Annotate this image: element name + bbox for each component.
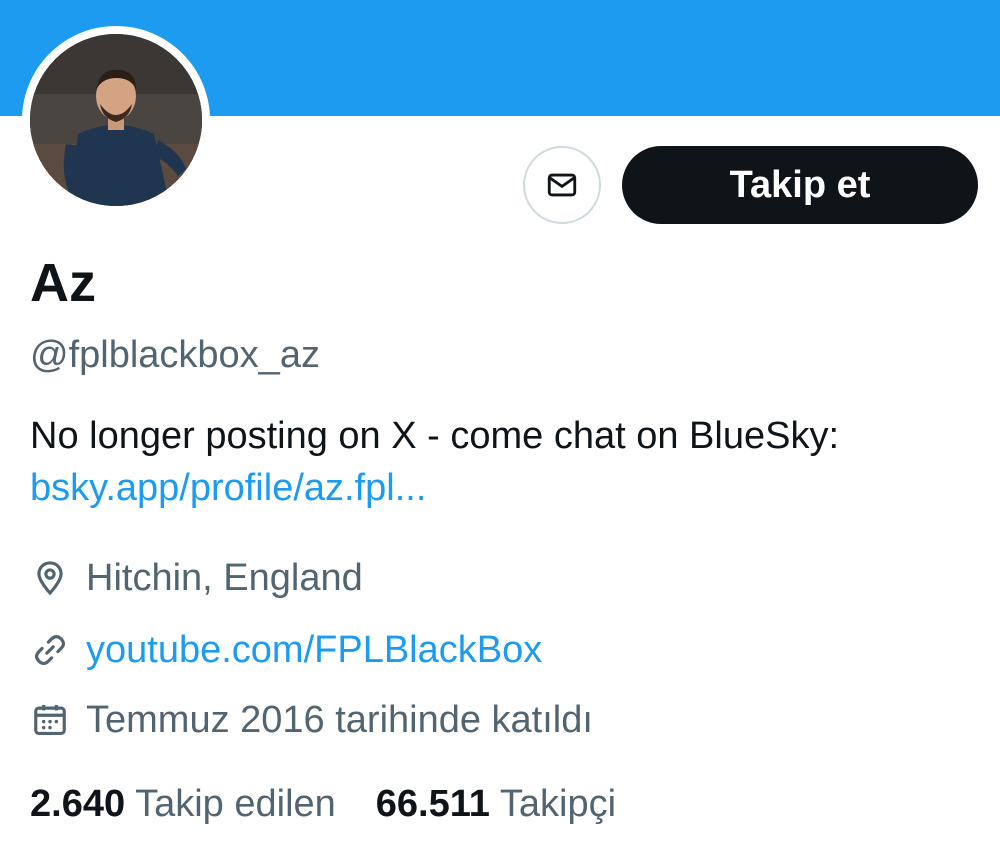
- followers-label: Takipçi: [499, 783, 617, 825]
- map-pin-icon: [30, 558, 70, 598]
- following-stat[interactable]: 2.640 Takip edilen: [30, 779, 336, 829]
- avatar[interactable]: [30, 34, 202, 206]
- user-handle: @fplblackbox_az: [30, 334, 320, 376]
- followers-count: 66.511: [375, 783, 490, 825]
- bio-link[interactable]: bsky.app/profile/az.fpl...: [30, 462, 980, 514]
- following-count: 2.640: [30, 783, 126, 825]
- location-row: Hitchin, England: [30, 553, 363, 603]
- bio: No longer posting on X - come chat on Bl…: [30, 410, 980, 514]
- bio-text: No longer posting on X - come chat on Bl…: [30, 415, 840, 457]
- calendar-icon: [30, 700, 70, 740]
- joined-text: Temmuz 2016 tarihinde katıldı: [86, 699, 593, 741]
- link-icon: [30, 630, 70, 670]
- follow-button[interactable]: Takip et: [622, 146, 978, 224]
- follow-stats: 2.640 Takip edilen 66.511 Takipçi: [30, 779, 656, 829]
- website-row: youtube.com/FPLBlackBox: [30, 625, 542, 675]
- message-button[interactable]: [523, 146, 601, 224]
- followers-stat[interactable]: 66.511 Takipçi: [376, 779, 616, 829]
- website-link[interactable]: youtube.com/FPLBlackBox: [86, 625, 542, 675]
- following-label: Takip edilen: [135, 783, 336, 825]
- envelope-icon: [547, 173, 577, 197]
- avatar-photo: [30, 34, 202, 206]
- location-text: Hitchin, England: [86, 557, 363, 599]
- joined-row: Temmuz 2016 tarihinde katıldı: [30, 695, 593, 745]
- display-name: Az: [30, 253, 96, 313]
